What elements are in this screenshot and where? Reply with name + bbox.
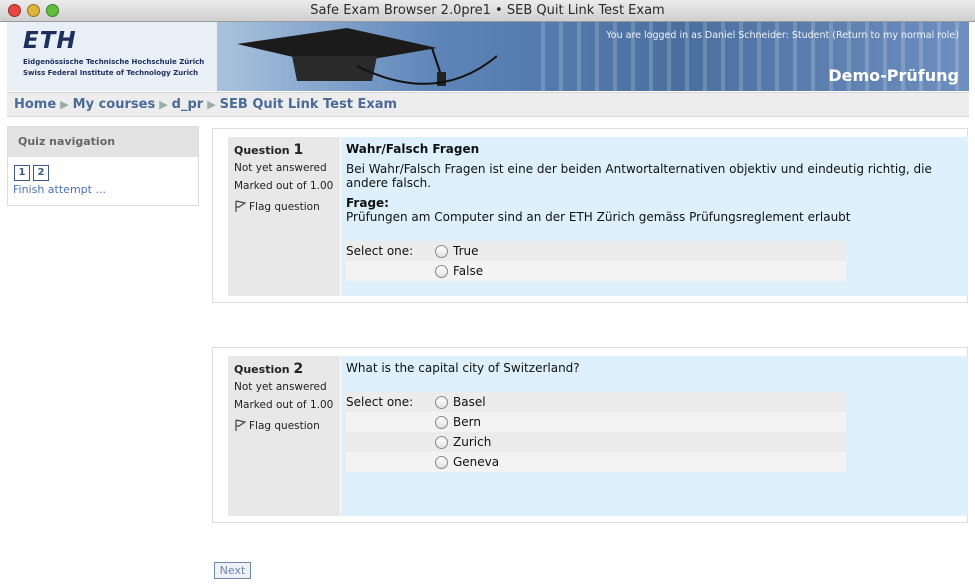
question-marks: Marked out of 1.00 — [234, 180, 334, 192]
radio-icon[interactable] — [435, 264, 448, 278]
select-one-label: Select one: — [346, 395, 414, 409]
question-state: Not yet answered — [234, 162, 327, 174]
question-number: 2 — [293, 361, 304, 377]
option-true[interactable]: True — [346, 241, 846, 261]
breadcrumb-my-courses[interactable]: My courses — [73, 97, 156, 112]
question-state: Not yet answered — [234, 381, 327, 393]
return-role-link[interactable]: Return to my normal role — [836, 30, 955, 41]
quiz-navigation-title: Quiz navigation — [8, 127, 198, 157]
breadcrumb-separator-icon: ▶ — [60, 98, 69, 111]
flag-question-button[interactable]: Flag question — [228, 413, 340, 432]
breadcrumb-separator-icon: ▶ — [159, 98, 168, 111]
eth-logo[interactable]: ETH Eidgenössische Technische Hochschule… — [7, 22, 217, 91]
quiz-nav-button-2[interactable]: 2 — [33, 165, 49, 181]
question-marks: Marked out of 1.00 — [234, 399, 334, 411]
window-titlebar: Safe Exam Browser 2.0pre1 • SEB Quit Lin… — [0, 0, 975, 22]
radio-icon[interactable] — [435, 455, 448, 469]
question-1: Question 1 Not yet answered Marked out o… — [212, 128, 968, 303]
breadcrumb-separator-icon: ▶ — [207, 98, 216, 111]
radio-icon[interactable] — [435, 415, 448, 429]
option-false[interactable]: False — [346, 261, 846, 281]
question-info: Question 1 Not yet answered Marked out o… — [228, 137, 340, 296]
login-info: You are logged in as Daniel Schneider: S… — [606, 30, 959, 41]
radio-icon[interactable] — [435, 244, 448, 258]
site-name: Demo-Prüfung — [828, 66, 959, 85]
option-geneva[interactable]: Geneva — [346, 452, 846, 472]
question-content: What is the capital city of Switzerland?… — [341, 356, 968, 516]
question-text: Prüfungen am Computer sind an der ETH Zü… — [346, 210, 851, 224]
window-controls — [8, 4, 59, 17]
question-2: Question 2 Not yet answered Marked out o… — [212, 347, 968, 523]
page-header: ETH Eidgenössische Technische Hochschule… — [7, 22, 969, 91]
breadcrumb-course[interactable]: d_pr — [172, 97, 204, 112]
breadcrumb-exam[interactable]: SEB Quit Link Test Exam — [220, 97, 397, 112]
flag-icon — [235, 419, 246, 431]
flag-question-button[interactable]: Flag question — [228, 194, 340, 213]
answer-options: Basel Bern Zurich Geneva Select one: — [346, 392, 846, 472]
quiz-nav-button-1[interactable]: 1 — [14, 165, 30, 181]
breadcrumb: Home ▶ My courses ▶ d_pr ▶ SEB Quit Link Test … — [7, 92, 969, 117]
answer-options: True False Select one: — [346, 241, 846, 281]
graduation-cap-icon — [237, 28, 497, 86]
quiz-navigation-block: Quiz navigation 1 2 Finish attempt ... — [7, 126, 199, 206]
question-heading: Wahr/Falsch Fragen — [346, 142, 480, 156]
logo-line-2: Swiss Federal Institute of Technology Zu… — [23, 69, 199, 77]
radio-icon[interactable] — [435, 435, 448, 449]
question-frage-label: Frage: — [346, 196, 389, 210]
close-icon[interactable] — [8, 4, 21, 17]
select-one-label: Select one: — [346, 244, 414, 258]
next-button[interactable]: Next — [214, 562, 251, 579]
question-info: Question 2 Not yet answered Marked out o… — [228, 356, 340, 516]
radio-icon[interactable] — [435, 395, 448, 409]
question-intro: Bei Wahr/Falsch Fragen ist eine der beid… — [346, 162, 932, 190]
option-zurich[interactable]: Zurich — [346, 432, 846, 452]
option-basel[interactable]: Basel — [346, 392, 846, 412]
logo-line-1: Eidgenössische Technische Hochschule Zür… — [23, 58, 205, 66]
window-title: Safe Exam Browser 2.0pre1 • SEB Quit Lin… — [310, 3, 665, 18]
breadcrumb-home[interactable]: Home — [14, 97, 56, 112]
eth-logo-text: ETH — [23, 28, 77, 54]
finish-attempt-link[interactable]: Finish attempt ... — [8, 181, 198, 196]
zoom-icon[interactable] — [46, 4, 59, 17]
question-number: 1 — [293, 142, 304, 158]
question-content: Wahr/Falsch Fragen Bei Wahr/Falsch Frage… — [341, 137, 968, 296]
question-text: What is the capital city of Switzerland? — [346, 361, 580, 375]
flag-icon — [235, 200, 246, 212]
minimize-icon[interactable] — [27, 4, 40, 17]
option-bern[interactable]: Bern — [346, 412, 846, 432]
